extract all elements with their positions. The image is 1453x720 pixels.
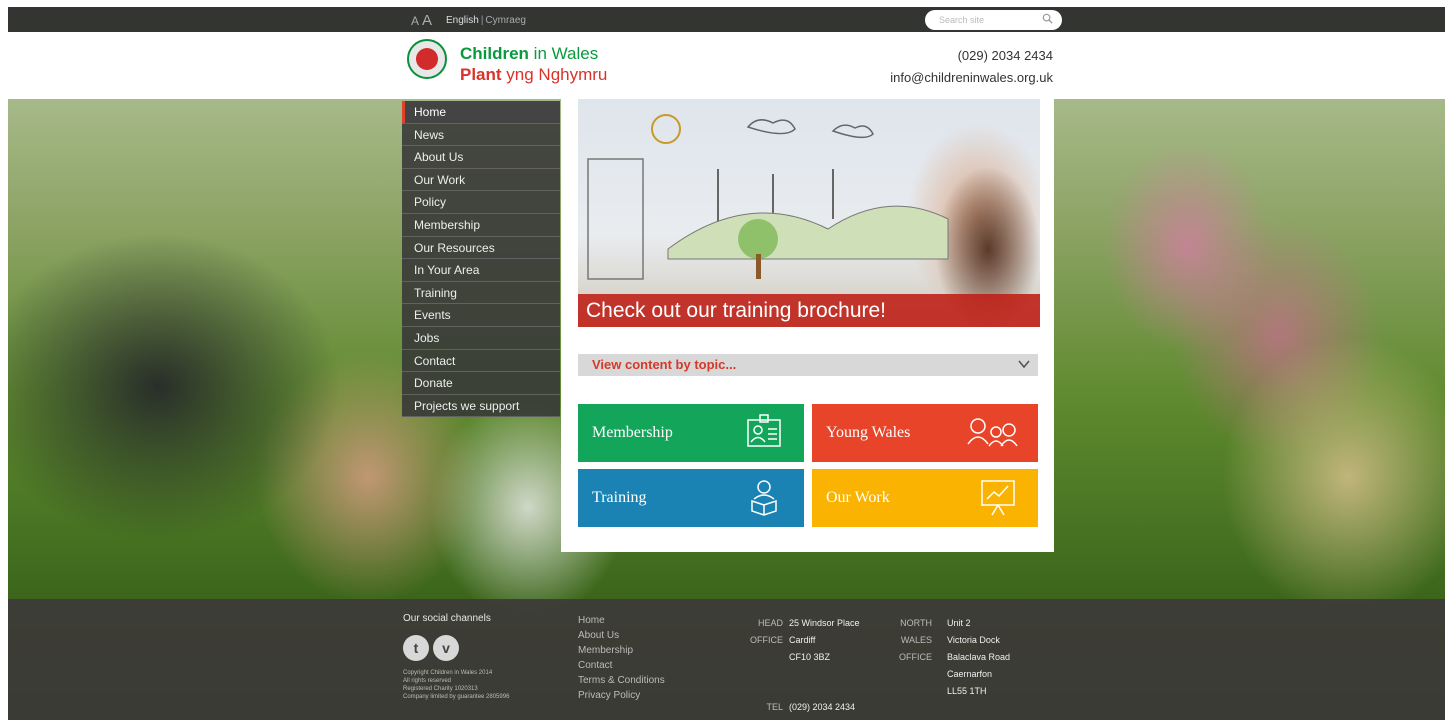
footer-link-about-us[interactable]: About Us <box>578 628 665 643</box>
nav-item-our-work[interactable]: Our Work <box>402 168 560 192</box>
address-line: CF10 3BZ <box>789 652 831 662</box>
logo-welsh-rest: yng Nghymru <box>501 65 608 84</box>
reading-person-icon <box>751 480 777 516</box>
nav-item-policy[interactable]: Policy <box>402 191 560 214</box>
lang-english-link[interactable]: English <box>446 15 479 26</box>
vimeo-icon[interactable]: v <box>433 635 459 661</box>
nav-item-about-us[interactable]: About Us <box>402 146 560 169</box>
tel-label: TEL <box>766 702 783 712</box>
font-size-controls[interactable]: AA <box>411 12 432 29</box>
nav-item-training[interactable]: Training <box>402 281 560 305</box>
logo-english-bold: Children <box>460 44 529 63</box>
tile-membership-label: Membership <box>592 424 673 441</box>
nav-item-in-your-area[interactable]: In Your Area <box>402 259 560 282</box>
tile-our-work-label: Our Work <box>826 489 890 506</box>
id-card-icon <box>747 414 781 447</box>
social-title: Our social channels <box>403 613 491 624</box>
north-wales-label-line: WALES <box>900 635 932 645</box>
topic-dropdown[interactable]: View content by topic... <box>578 354 1038 376</box>
tile-training-label: Training <box>592 489 647 506</box>
footer-link-contact[interactable]: Contact <box>578 658 665 673</box>
site-header: Children in Wales Plant yng Nghymru (029… <box>8 32 1445 99</box>
nav-item-contact[interactable]: Contact <box>402 349 560 373</box>
copyright-line: Registered Charity 1020313 <box>403 686 478 692</box>
north-wales-label-line: NORTH <box>900 618 932 628</box>
footer-link-home[interactable]: Home <box>578 613 665 628</box>
logo-english-rest: in Wales <box>528 44 599 63</box>
footer-phone: (029) 2034 2434 <box>789 702 856 712</box>
font-large-button[interactable]: A <box>422 12 432 29</box>
north-wales-label: NORTH WALES OFFICE <box>888 615 932 666</box>
address-line: Balaclava Road <box>947 652 1011 662</box>
north-wales-address: Unit 2 Victoria Dock Balaclava Road Caer… <box>947 615 1010 700</box>
copyright-line: Copyright Children in Wales 2014 <box>403 670 493 676</box>
people-icon <box>967 418 1018 447</box>
logo-welsh-bold: Plant <box>460 65 502 84</box>
presentation-chart-icon <box>981 480 1015 516</box>
header-phone: (029) 2034 2434 <box>957 48 1053 63</box>
language-switcher: English | Cymraeg <box>446 15 526 26</box>
address-line: Victoria Dock <box>947 635 1000 645</box>
footer-link-membership[interactable]: Membership <box>578 643 665 658</box>
tile-our-work[interactable]: Our Work <box>812 469 1038 527</box>
footer-link-privacy[interactable]: Privacy Policy <box>578 688 665 703</box>
main-panel: Check out our training brochure! View co… <box>561 99 1054 552</box>
header-email[interactable]: info@childreninwales.org.uk <box>890 70 1053 85</box>
copyright: Copyright Children in Wales 2014 All rig… <box>403 669 533 701</box>
head-office-label-line: OFFICE <box>750 635 783 645</box>
hero-banner[interactable]: Check out our training brochure! <box>578 99 1040 327</box>
nav-item-membership[interactable]: Membership <box>402 213 560 237</box>
north-wales-label-line: OFFICE <box>899 652 932 662</box>
tile-young-wales-label: Young Wales <box>826 424 911 441</box>
footer-links: Home About Us Membership Contact Terms &… <box>578 613 665 703</box>
lang-separator: | <box>480 15 484 26</box>
copyright-line: Company limited by guarantee 2805996 <box>403 694 510 700</box>
main-nav: Home News About Us Our Work Policy Membe… <box>402 101 560 418</box>
address-line: Cardiff <box>789 635 816 645</box>
footer-link-terms[interactable]: Terms & Conditions <box>578 673 665 688</box>
topic-dropdown-value: View content by topic... <box>592 357 737 372</box>
twitter-icon[interactable]: t <box>403 635 429 661</box>
nav-item-projects[interactable]: Projects we support <box>402 394 560 418</box>
address-line: Caernarfon <box>947 669 993 679</box>
site-footer: Our social channels t v Copyright Childr… <box>8 599 1445 720</box>
logo-emblem[interactable] <box>407 39 447 79</box>
nav-item-news[interactable]: News <box>402 123 560 147</box>
head-office-address: 25 Windsor Place Cardiff CF10 3BZ <box>789 615 860 666</box>
hero-drawing <box>587 114 949 280</box>
tile-young-wales[interactable]: Young Wales <box>812 404 1038 462</box>
nav-item-our-resources[interactable]: Our Resources <box>402 236 560 260</box>
head-office-label-line: HEAD <box>757 618 783 628</box>
address-line: Unit 2 <box>947 618 971 628</box>
nav-item-jobs[interactable]: Jobs <box>402 326 560 350</box>
nav-item-donate[interactable]: Donate <box>402 372 560 395</box>
nav-item-home[interactable]: Home <box>402 101 560 124</box>
address-line: 25 Windsor Place <box>789 618 860 628</box>
address-line: LL55 1TH <box>947 686 987 696</box>
search-icon[interactable] <box>1042 13 1053 24</box>
chevron-down-icon[interactable] <box>1016 356 1032 372</box>
lang-cymraeg-link[interactable]: Cymraeg <box>485 15 526 26</box>
nav-item-events[interactable]: Events <box>402 304 560 327</box>
copyright-line: All rights reserved <box>403 678 452 684</box>
hero-caption[interactable]: Check out our training brochure! <box>578 294 1040 327</box>
top-bar: AA English | Cymraeg Search site <box>8 7 1445 32</box>
tile-training[interactable]: Training <box>578 469 804 527</box>
logo-english[interactable]: Children in Wales <box>460 44 598 64</box>
logo-welsh[interactable]: Plant yng Nghymru <box>460 65 607 85</box>
font-small-button[interactable]: A <box>411 14 419 28</box>
tile-membership[interactable]: Membership <box>578 404 804 462</box>
head-office-label: HEAD OFFICE <box>743 615 783 649</box>
